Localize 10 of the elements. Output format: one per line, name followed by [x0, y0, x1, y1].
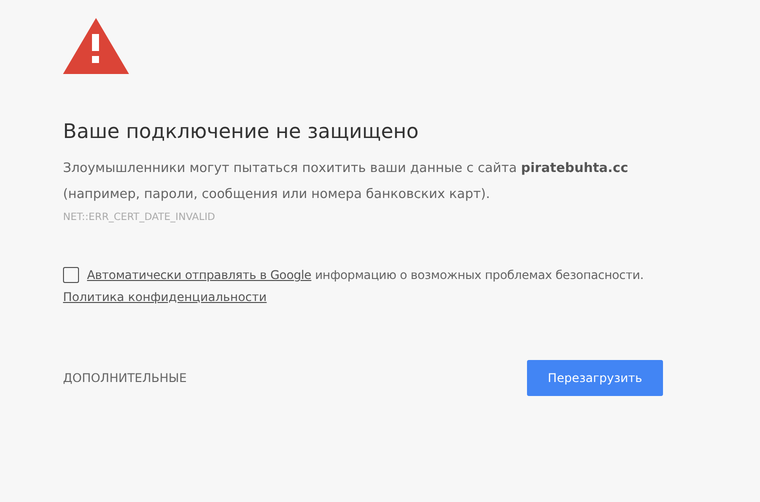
reload-button[interactable]: Перезагрузить — [527, 360, 663, 396]
explanation-text: Злоумышленники могут пытаться похитить ваши данные с сайта piratebuhta.cc (например, пароли, сообщения или номера банковских карт). — [63, 160, 630, 204]
page-heading: Ваше подключение не защищено — [63, 119, 420, 143]
privacy-policy-link[interactable]: Политика конфиденциальности — [63, 290, 267, 304]
error-code: NET::ERR_CERT_DATE_INVALID — [63, 212, 216, 223]
advanced-button[interactable]: ДОПОЛНИТЕЛЬНЫЕ — [63, 371, 187, 385]
google-report-link[interactable]: Автоматически отправлять в Google — [87, 268, 312, 282]
checkbox[interactable] — [63, 267, 79, 283]
report-option-text: Автоматически отправлять в Google информацию о возможных проблемах безопасности. — [87, 268, 644, 282]
warning-icon — [63, 18, 129, 74]
